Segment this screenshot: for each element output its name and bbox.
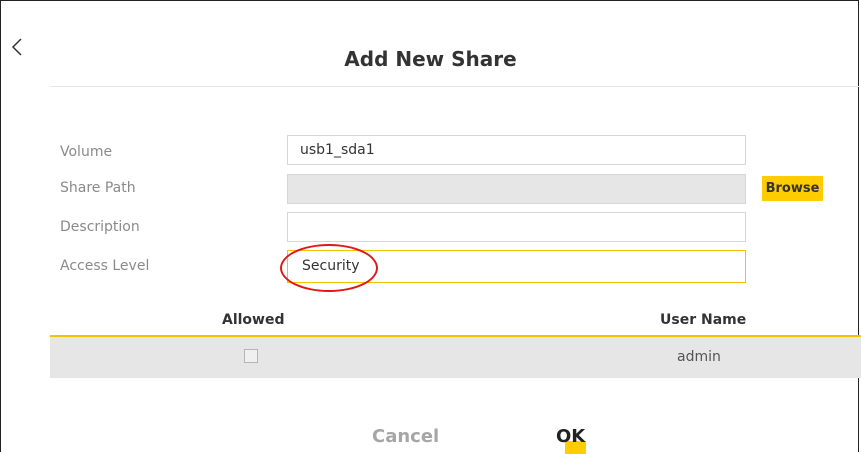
description-label: Description <box>60 219 140 235</box>
column-header-allowed: Allowed <box>222 312 285 328</box>
user-name-cell: admin <box>677 349 721 365</box>
volume-label: Volume <box>60 144 113 160</box>
share-path-field[interactable] <box>287 174 746 204</box>
allowed-checkbox[interactable] <box>244 349 258 363</box>
volume-field[interactable]: usb1_sda1 <box>287 135 746 165</box>
table-header: Allowed User Name <box>50 308 861 336</box>
title-divider <box>50 86 859 87</box>
column-header-user-name: User Name <box>660 312 747 328</box>
cancel-button[interactable]: Cancel <box>372 426 439 447</box>
dialog-title: Add New Share <box>344 47 517 71</box>
description-field[interactable] <box>287 212 746 242</box>
ok-button[interactable]: OK <box>556 426 585 447</box>
access-level-label: Access Level <box>60 258 150 274</box>
share-path-label: Share Path <box>60 180 136 196</box>
browse-button[interactable]: Browse <box>762 176 823 201</box>
table-row: admin <box>50 337 861 378</box>
access-level-select[interactable]: Security <box>287 250 746 283</box>
